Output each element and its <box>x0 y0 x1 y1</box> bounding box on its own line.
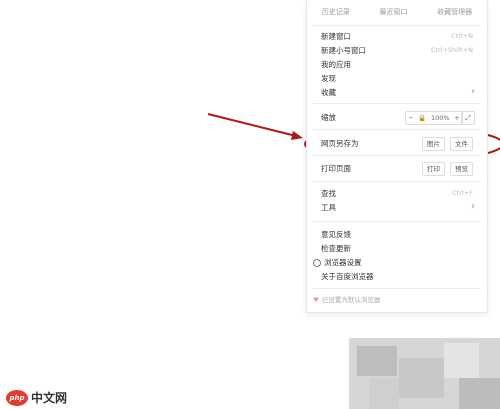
lock-icon: 🔒 <box>418 113 427 122</box>
default-browser-note: 已设置为默认浏览器 <box>321 296 381 304</box>
menu-item-label: 新建窗口 <box>321 32 351 41</box>
menu-divider <box>313 129 481 130</box>
shortcut-label: Ctrl+F <box>452 189 473 197</box>
recent-windows-link[interactable]: 最近窗口 <box>379 7 407 22</box>
menu-item-zoom: 缩放 − 🔒 100% + ⤢ <box>321 111 479 125</box>
menu-divider <box>313 155 481 156</box>
menu-item-label: 打印页面 <box>321 164 351 173</box>
chevron-right-icon: › <box>471 86 475 97</box>
gear-icon <box>313 259 321 267</box>
menu-item-my-apps[interactable]: 我的应用 <box>321 58 479 71</box>
annotation-arrow <box>207 113 301 138</box>
menu-item-tools[interactable]: 工具 › <box>321 201 479 214</box>
menu-item-feedback[interactable]: 意见反馈 <box>321 228 479 241</box>
menu-divider <box>313 181 481 182</box>
menu-item-new-small-window[interactable]: 新建小号窗口 Ctrl+Shift+N <box>321 44 479 57</box>
history-link[interactable]: 历史记录 <box>322 7 350 22</box>
menu-item-favorites[interactable]: 收藏 › <box>321 86 479 99</box>
print-button[interactable]: 打印 <box>422 162 445 176</box>
menu-item-print-page: 打印页面 打印 预览 <box>321 162 479 176</box>
menu-divider <box>313 25 481 26</box>
shortcut-label: Ctrl+N <box>451 32 473 40</box>
zoom-value: 100% <box>431 113 450 122</box>
browser-main-menu: 历史记录 最近窗口 收藏管理器 新建窗口 Ctrl+N 新建小号窗口 Ctrl+… <box>306 0 488 313</box>
menu-top-row: 历史记录 最近窗口 收藏管理器 <box>307 0 487 22</box>
menu-item-save-page-as: 网页另存为 图片 文件 <box>321 137 479 151</box>
menu-item-label: 检查更新 <box>321 244 351 253</box>
chevron-right-icon: › <box>471 201 475 212</box>
favorites-manager-link[interactable]: 收藏管理器 <box>437 7 472 22</box>
zoom-out-button[interactable]: − <box>408 112 413 125</box>
blurred-image <box>349 338 500 409</box>
menu-item-about[interactable]: 关于百度浏览器 <box>321 270 479 283</box>
shortcut-label: Ctrl+Shift+N <box>430 46 473 54</box>
menu-item-label: 收藏 <box>321 88 336 97</box>
menu-item-label: 关于百度浏览器 <box>321 272 374 281</box>
menu-item-label: 查找 <box>321 189 336 198</box>
php-logo-badge: php <box>6 389 28 406</box>
menu-item-browser-settings[interactable]: 浏览器设置 <box>313 256 479 269</box>
menu-item-label: 工具 <box>321 203 336 212</box>
heart-icon: ♥ <box>313 296 319 304</box>
menu-item-label: 新建小号窗口 <box>321 46 366 55</box>
save-as-file-button[interactable]: 文件 <box>450 137 473 151</box>
menu-item-discover[interactable]: 发现 <box>321 72 479 85</box>
menu-item-label: 缩放 <box>321 113 336 122</box>
zoom-in-button[interactable]: + <box>454 112 459 125</box>
watermark-logo: php 中文网 <box>6 389 67 406</box>
menu-item-check-update[interactable]: 检查更新 <box>321 242 479 255</box>
print-preview-button[interactable]: 预览 <box>450 162 473 176</box>
menu-item-new-window[interactable]: 新建窗口 Ctrl+N <box>321 30 479 43</box>
default-browser-status: ♥ 已设置为默认浏览器 <box>307 294 487 304</box>
menu-divider <box>313 103 481 104</box>
menu-divider <box>313 288 481 289</box>
zoom-control: − 🔒 100% + <box>405 111 463 125</box>
menu-item-find[interactable]: 查找 Ctrl+F <box>321 187 479 200</box>
menu-item-label: 意见反馈 <box>321 230 351 239</box>
save-as-image-button[interactable]: 图片 <box>422 137 445 151</box>
menu-item-label: 网页另存为 <box>321 139 359 148</box>
watermark-text: 中文网 <box>31 391 68 405</box>
menu-item-label: 我的应用 <box>321 60 351 69</box>
menu-divider <box>313 221 481 222</box>
fullscreen-icon[interactable]: ⤢ <box>461 111 475 125</box>
menu-item-label: 发现 <box>321 74 336 83</box>
menu-item-label: 浏览器设置 <box>324 258 362 267</box>
annotation-arrowhead <box>291 131 303 140</box>
